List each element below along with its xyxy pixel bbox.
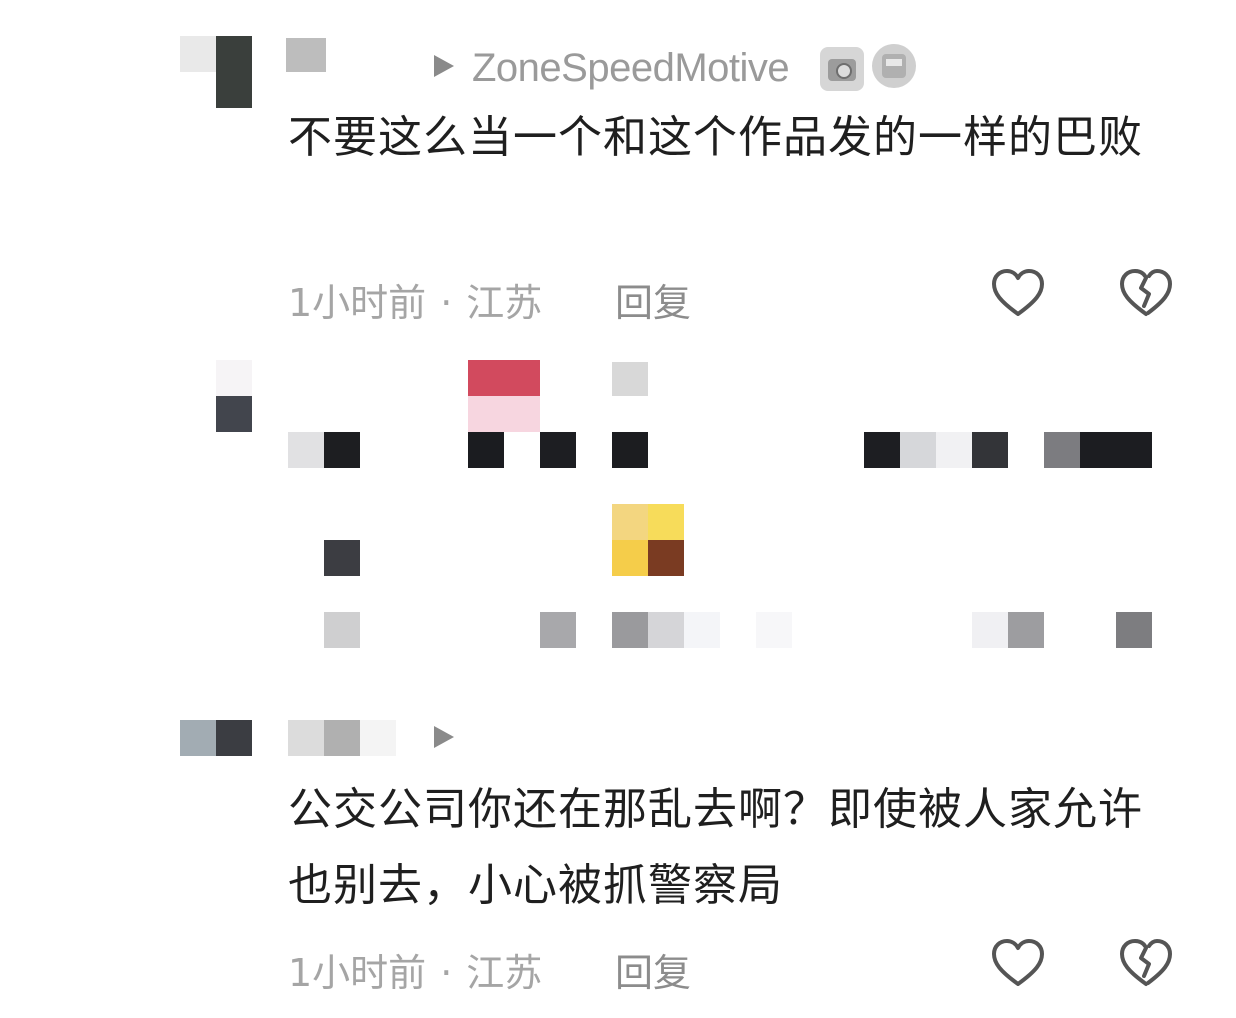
heart-outline-icon [992, 269, 1044, 316]
comment-time: 1小时前 [288, 281, 427, 325]
like-button[interactable] [990, 936, 1046, 992]
dislike-button[interactable] [1118, 936, 1174, 992]
reply-to-username[interactable]: ZoneSpeedMotive [472, 44, 790, 92]
comment-meta: 1小时前 · 江苏 [288, 942, 542, 997]
broken-heart-icon [1120, 939, 1172, 986]
meta-separator: · [440, 951, 453, 995]
camera-icon [820, 47, 864, 91]
comment-time: 1小时前 [288, 951, 427, 995]
heart-outline-icon [992, 939, 1044, 986]
comment-location: 江苏 [466, 951, 543, 995]
reply-arrow-icon [434, 726, 454, 748]
comment-text: 不要这么当一个和这个作品发的一样的巴败 [288, 112, 1143, 163]
comment-meta: 1小时前 · 江苏 [288, 272, 542, 327]
broken-heart-icon [1120, 269, 1172, 316]
meta-separator: · [440, 281, 453, 325]
dislike-button[interactable] [1118, 266, 1174, 322]
username-censored[interactable] [286, 38, 326, 72]
comment-text: 公交公司你还在那乱去啊？即使被人家允许也别去，小心被抓警察局 [288, 784, 1143, 911]
train-icon [872, 44, 916, 88]
reply-button[interactable]: 回复 [615, 942, 691, 997]
like-button[interactable] [990, 266, 1046, 322]
reply-button[interactable]: 回复 [615, 272, 691, 327]
reply-arrow-icon [434, 55, 454, 77]
comment-location: 江苏 [466, 281, 543, 325]
